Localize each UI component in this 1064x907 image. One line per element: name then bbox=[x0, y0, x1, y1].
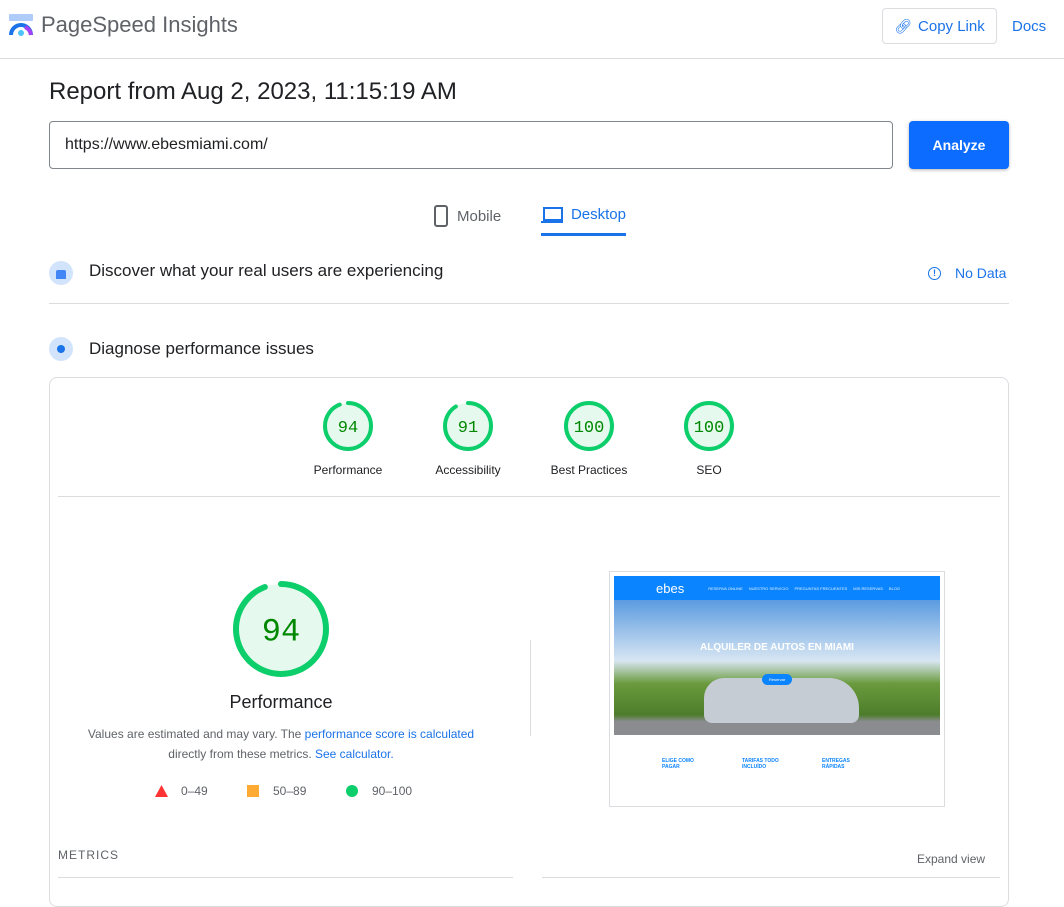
score-gauge-performance[interactable]: 94 Performance bbox=[288, 400, 408, 477]
gauge-value: 94 bbox=[262, 614, 300, 651]
section-title: Discover what your real users are experi… bbox=[89, 261, 444, 280]
field-data-section: Discover what your real users are experi… bbox=[49, 261, 1009, 304]
gauge-value: 100 bbox=[694, 419, 725, 438]
copy-link-button[interactable]: 🔗︎ Copy Link bbox=[882, 8, 997, 44]
section-title: Diagnose performance issues bbox=[89, 339, 314, 358]
url-input[interactable] bbox=[49, 121, 893, 169]
tab-label: Desktop bbox=[570, 206, 626, 223]
page-screenshot-thumbnail: ebes RESERVA ONLINE NUESTRO SERVICIO PREGU… bbox=[609, 571, 945, 807]
gauge-label: Accessibility bbox=[435, 463, 501, 477]
diagnose-icon bbox=[49, 337, 73, 361]
gauge-value: 91 bbox=[458, 419, 478, 438]
score-gauge-best-practices[interactable]: 100 Best Practices bbox=[529, 400, 649, 477]
report-title: Report from Aug 2, 2023, 11:15:19 AM bbox=[49, 78, 457, 105]
app-title: PageSpeed Insights bbox=[41, 12, 238, 37]
score-gauge-accessibility[interactable]: 91 Accessibility bbox=[408, 400, 528, 477]
score-gauge-seo[interactable]: 100 SEO bbox=[649, 400, 769, 477]
users-icon bbox=[49, 261, 73, 285]
thumbnail-nav-item: NUESTRO SERVICIO bbox=[748, 585, 789, 591]
laptop-icon bbox=[541, 206, 563, 223]
divider bbox=[58, 496, 1000, 497]
divider bbox=[530, 640, 531, 736]
expand-view-button[interactable]: Expand view bbox=[917, 852, 985, 866]
thumbnail-nav-item: RESERVA ONLINE bbox=[708, 585, 743, 591]
legend-pass: 90–100 bbox=[346, 784, 412, 798]
square-icon bbox=[247, 785, 259, 797]
gauge-label: Best Practices bbox=[550, 463, 628, 477]
gauge-value: 100 bbox=[574, 419, 605, 438]
main-score-label: Performance bbox=[229, 692, 333, 712]
thumbnail-nav-item: BLOG bbox=[888, 585, 901, 591]
gauge-value: 94 bbox=[338, 419, 358, 438]
tab-mobile[interactable]: Mobile bbox=[433, 196, 501, 236]
info-icon: ! bbox=[928, 266, 941, 280]
circle-icon bbox=[346, 785, 358, 797]
no-data-status[interactable]: ! No Data bbox=[928, 265, 1006, 281]
tab-desktop[interactable]: Desktop bbox=[541, 196, 626, 236]
gauge-label: SEO bbox=[696, 463, 722, 477]
triangle-icon bbox=[155, 785, 168, 797]
gauge-label: Performance bbox=[313, 463, 383, 477]
thumbnail-nav-item: PREGUNTAS FRECUENTES bbox=[794, 585, 848, 591]
pagespeed-logo-icon bbox=[9, 14, 33, 36]
metrics-title: METRICS bbox=[58, 848, 119, 862]
lab-data-section: Diagnose performance issues bbox=[49, 336, 1009, 362]
analyze-button[interactable]: Analyze bbox=[909, 121, 1009, 169]
phone-icon bbox=[434, 205, 448, 227]
header: PageSpeed Insights 🔗︎ Copy Link Docs bbox=[0, 0, 1064, 59]
thumbnail-nav-item: MIS RESERVAS bbox=[853, 585, 883, 591]
main-performance-gauge: 94 bbox=[229, 577, 333, 686]
link-icon: 🔗︎ bbox=[894, 17, 913, 34]
see-calculator-link[interactable]: See calculator. bbox=[315, 747, 394, 761]
legend-average: 50–89 bbox=[247, 784, 306, 798]
legend-fail: 0–49 bbox=[155, 784, 208, 798]
score-note: Values are estimated and may vary. The p… bbox=[87, 727, 475, 761]
score-calculated-link[interactable]: performance score is calculated bbox=[305, 727, 474, 741]
docs-link[interactable]: Docs bbox=[1012, 18, 1046, 35]
copy-link-label: Copy Link bbox=[918, 17, 985, 35]
no-data-label: No Data bbox=[955, 265, 1007, 281]
tab-label: Mobile bbox=[457, 207, 502, 225]
